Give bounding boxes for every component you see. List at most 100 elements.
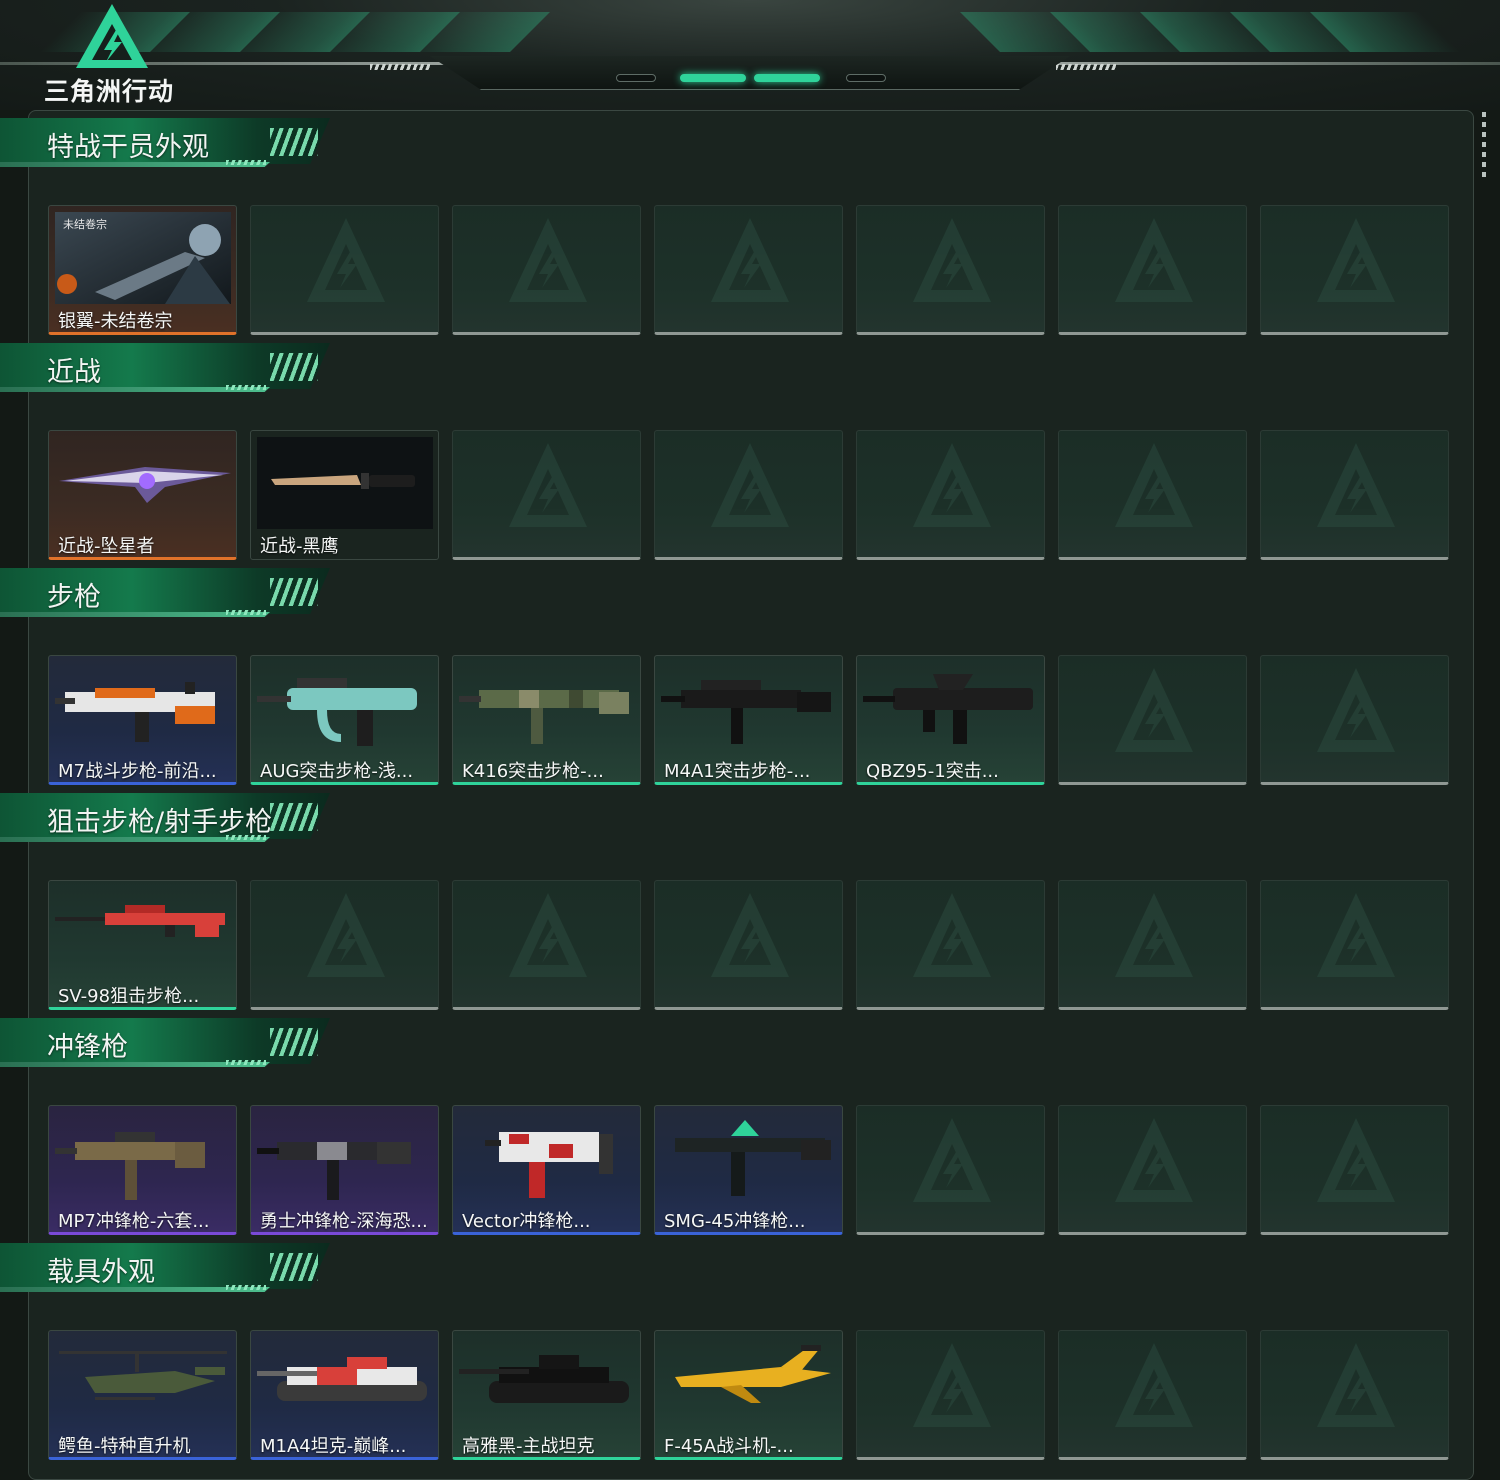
slash-decoration-icon — [270, 803, 318, 831]
slash-decoration-icon — [270, 1028, 318, 1056]
slash-decoration-icon — [270, 578, 318, 606]
item-card[interactable]: F-45A战斗机-... — [654, 1330, 843, 1460]
section: 特战干员外观 未结卷宗银翼-未结卷宗 — [0, 110, 1500, 335]
item-name: MP7冲锋枪-六套... — [58, 1211, 210, 1232]
section-title: 特战干员外观 — [47, 132, 209, 163]
empty-slot — [250, 880, 439, 1010]
header-hatch — [1056, 64, 1116, 70]
item-card[interactable]: M4A1突击步枪-... — [654, 655, 843, 785]
empty-slot — [856, 880, 1045, 1010]
item-card[interactable]: SMG-45冲锋枪... — [654, 1105, 843, 1235]
item-card[interactable]: 鳄鱼-特种直升机 — [48, 1330, 237, 1460]
placeholder-logo-icon — [305, 214, 387, 306]
empty-slot — [1058, 1330, 1247, 1460]
section: 冲锋枪 MP7冲锋枪-六套... 勇士冲锋枪-深海恐... Vector冲锋枪.… — [0, 1010, 1500, 1235]
placeholder-logo-icon — [1315, 214, 1397, 306]
empty-slot — [654, 205, 843, 335]
nav-indicator-plate — [430, 56, 1070, 90]
placeholder-logo-icon — [1315, 439, 1397, 531]
section-header: 冲锋枪 — [0, 1018, 330, 1074]
placeholder-logo-icon — [911, 1114, 993, 1206]
logo-text: 三角洲行动 — [44, 77, 175, 106]
empty-slot — [856, 1330, 1045, 1460]
item-card[interactable]: 未结卷宗银翼-未结卷宗 — [48, 205, 237, 335]
item-card[interactable]: 近战-坠星者 — [48, 430, 237, 560]
empty-slot — [1260, 430, 1449, 560]
section-title: 狙击步枪/射手步枪 — [47, 807, 273, 838]
item-card[interactable]: Vector冲锋枪... — [452, 1105, 641, 1235]
item-name: M4A1突击步枪-... — [664, 761, 811, 782]
section-header: 载具外观 — [0, 1243, 330, 1299]
nav-indicator-active[interactable] — [754, 74, 820, 82]
placeholder-logo-icon — [1113, 664, 1195, 756]
item-name: 勇士冲锋枪-深海恐... — [260, 1211, 428, 1232]
empty-slot — [654, 880, 843, 1010]
tank-black-icon — [459, 1355, 629, 1403]
item-name: Vector冲锋枪... — [462, 1211, 591, 1232]
placeholder-logo-icon — [1315, 889, 1397, 981]
section-underline-hatch — [226, 610, 266, 615]
item-name: 鳄鱼-特种直升机 — [58, 1436, 191, 1457]
delta-logo-icon — [76, 4, 148, 68]
rifle-bullpup-icon — [863, 674, 1033, 744]
placeholder-logo-icon — [1113, 889, 1195, 981]
placeholder-logo-icon — [1113, 439, 1195, 531]
item-name: F-45A战斗机-... — [664, 1436, 794, 1457]
section-header: 步枪 — [0, 568, 330, 624]
item-card[interactable]: 勇士冲锋枪-深海恐... — [250, 1105, 439, 1235]
placeholder-logo-icon — [911, 1339, 993, 1431]
rifle-camo-icon — [459, 690, 629, 744]
item-card[interactable]: SV-98狙击步枪... — [48, 880, 237, 1010]
section-underline-hatch — [226, 1060, 266, 1065]
item-name: 高雅黑-主战坦克 — [462, 1436, 595, 1457]
section-underline-hatch — [226, 385, 266, 390]
item-name: M1A4坦克-巅峰... — [260, 1436, 407, 1457]
item-card[interactable]: M7战斗步枪-前沿... — [48, 655, 237, 785]
section-underline-hatch — [226, 160, 266, 165]
placeholder-logo-icon — [1113, 1114, 1195, 1206]
rifle-teal-icon — [257, 678, 417, 746]
nav-indicator[interactable] — [846, 74, 886, 82]
item-card[interactable]: QBZ95-1突击... — [856, 655, 1045, 785]
helicopter-icon — [59, 1351, 227, 1400]
empty-slot — [1260, 1330, 1449, 1460]
smg-green-icon — [675, 1120, 831, 1196]
tank-red-icon — [257, 1357, 427, 1401]
empty-slot — [452, 430, 641, 560]
item-card[interactable]: K416突击步枪-... — [452, 655, 641, 785]
placeholder-logo-icon — [911, 214, 993, 306]
item-card[interactable]: MP7冲锋枪-六套... — [48, 1105, 237, 1235]
empty-slot — [1058, 655, 1247, 785]
item-card[interactable]: AUG突击步枪-浅... — [250, 655, 439, 785]
nav-indicator[interactable] — [616, 74, 656, 82]
placeholder-logo-icon — [911, 439, 993, 531]
slash-decoration-icon — [270, 1253, 318, 1281]
smg-dark-icon — [257, 1142, 411, 1200]
empty-slot — [452, 880, 641, 1010]
empty-slot — [1058, 430, 1247, 560]
slash-decoration-icon — [270, 128, 318, 156]
section-title: 近战 — [47, 357, 101, 388]
slash-decoration-icon — [270, 353, 318, 381]
empty-slot — [452, 205, 641, 335]
placeholder-logo-icon — [305, 889, 387, 981]
nav-indicator-active[interactable] — [680, 74, 746, 82]
item-card[interactable]: 高雅黑-主战坦克 — [452, 1330, 641, 1460]
rifle-orange-icon — [55, 682, 215, 742]
placeholder-logo-icon — [1113, 214, 1195, 306]
placeholder-logo-icon — [709, 889, 791, 981]
empty-slot — [856, 205, 1045, 335]
item-name: 银翼-未结卷宗 — [58, 311, 173, 332]
game-logo: 三角洲行动 — [44, 2, 184, 106]
rifle-black-icon — [661, 680, 831, 744]
item-name: AUG突击步枪-浅... — [260, 761, 414, 782]
item-card[interactable]: M1A4坦克-巅峰... — [250, 1330, 439, 1460]
section-underline-hatch — [226, 1285, 266, 1290]
item-card[interactable]: 近战-黑鹰 — [250, 430, 439, 560]
placeholder-logo-icon — [507, 214, 589, 306]
placeholder-logo-icon — [1315, 664, 1397, 756]
header-hatch — [370, 64, 430, 70]
operator-portrait-icon: 未结卷宗 — [55, 212, 231, 304]
empty-slot — [856, 430, 1045, 560]
item-name: QBZ95-1突击... — [866, 761, 999, 782]
